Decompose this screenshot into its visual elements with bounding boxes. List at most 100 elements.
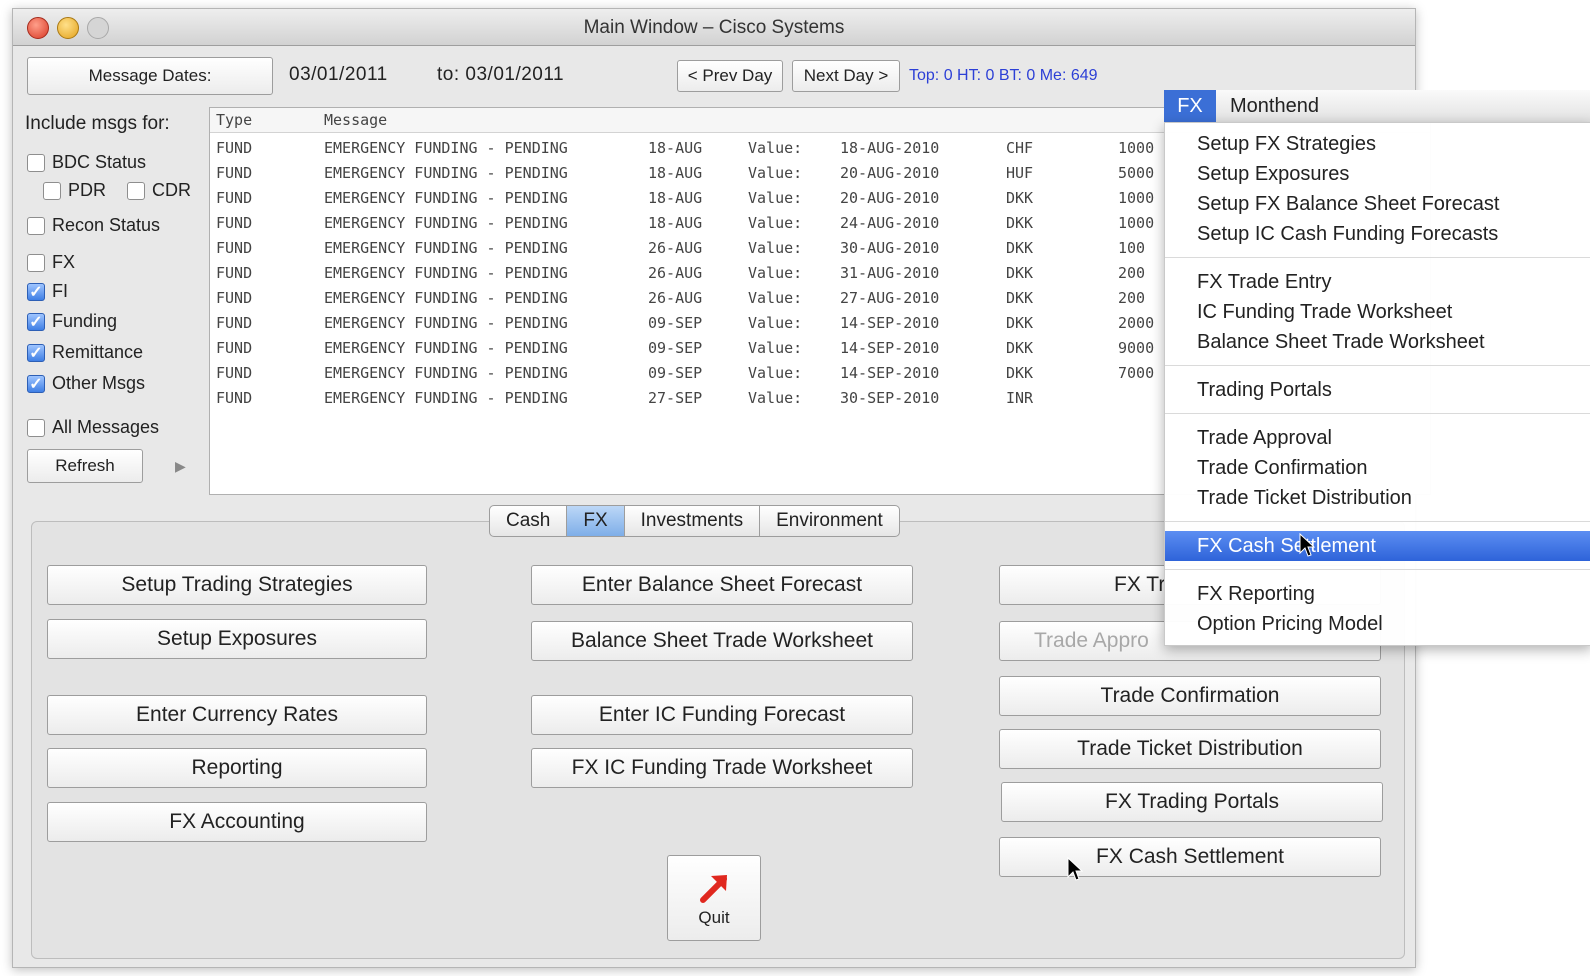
menu-item-label: Setup Exposures (1197, 162, 1350, 185)
message-cell-amount: 5000 (1118, 164, 1155, 182)
empty-checkbox-icon[interactable] (27, 418, 45, 437)
menu-item-setup-exposures[interactable]: Setup Exposures (1165, 159, 1590, 189)
message-cell-type: FUND (216, 389, 253, 407)
message-cell-type: FUND (216, 314, 253, 332)
quit-button[interactable]: Quit (667, 855, 761, 941)
main-tabs: Cash FX Investments Environment (489, 505, 900, 537)
filter-all-messages-checkbox[interactable]: All Messages (27, 417, 159, 438)
menu-item-setup-fx-strategies[interactable]: Setup FX Strategies (1165, 129, 1590, 159)
column-header-type[interactable]: Type (216, 111, 252, 129)
filter-other-msgs-checkbox[interactable]: ✓ Other Msgs (27, 373, 145, 394)
menu-fx[interactable]: FX (1164, 90, 1216, 122)
menu-item-label: Trade Ticket Distribution (1197, 486, 1412, 509)
filter-fx-checkbox[interactable]: FX (27, 252, 75, 273)
fx-trading-portals-button[interactable]: FX Trading Portals (1001, 782, 1383, 822)
fx-ic-funding-trade-worksheet-button[interactable]: FX IC Funding Trade Worksheet (531, 748, 913, 788)
title-bar: Main Window – Cisco Systems (13, 9, 1415, 46)
mouse-cursor-icon (1067, 857, 1083, 881)
checkmark-icon[interactable]: ✓ (27, 343, 45, 362)
empty-checkbox-icon[interactable] (127, 181, 145, 200)
empty-checkbox-icon[interactable] (27, 153, 45, 172)
next-day-button[interactable]: Next Day > (792, 60, 900, 92)
expand-arrow-icon[interactable]: ▶ (175, 458, 186, 475)
message-cell-amount: 2000 (1118, 314, 1155, 332)
menu-item-fx-reporting[interactable]: FX Reporting (1165, 579, 1590, 609)
message-cell-ccy: DKK (1006, 189, 1034, 207)
filter-funding-checkbox[interactable]: ✓ Funding (27, 311, 117, 332)
menu-item-ic-funding-trade-worksheet[interactable]: IC Funding Trade Worksheet (1165, 297, 1590, 327)
menu-item-trade-approval[interactable]: Trade Approval (1165, 423, 1590, 453)
tab-investments[interactable]: Investments (624, 505, 761, 537)
menu-item-trade-ticket-distribution[interactable]: Trade Ticket Distribution (1165, 483, 1590, 513)
filter-fi-checkbox[interactable]: ✓ FI (27, 281, 68, 302)
prev-day-button[interactable]: < Prev Day (677, 60, 783, 92)
enter-balance-sheet-forecast-button[interactable]: Enter Balance Sheet Forecast (531, 565, 913, 605)
message-cell-ccy: DKK (1006, 339, 1034, 357)
filter-label: Funding (52, 311, 118, 331)
empty-checkbox-icon[interactable] (27, 253, 45, 272)
menu-item-trading-portals[interactable]: Trading Portals (1165, 375, 1590, 405)
message-cell-value-date: 14-SEP-2010 (840, 339, 940, 357)
window-title: Main Window – Cisco Systems (583, 17, 845, 38)
message-cell-type: FUND (216, 239, 253, 257)
to-date-field[interactable]: to: 03/01/2011 (437, 64, 564, 86)
setup-exposures-button[interactable]: Setup Exposures (47, 619, 427, 659)
balance-sheet-trade-worksheet-button[interactable]: Balance Sheet Trade Worksheet (531, 621, 913, 661)
fx-accounting-button[interactable]: FX Accounting (47, 802, 427, 842)
message-cell-value-date: 30-SEP-2010 (840, 389, 940, 407)
menu-item-setup-ic-cash-funding-forecasts[interactable]: Setup IC Cash Funding Forecasts (1165, 219, 1590, 249)
checkmark-icon[interactable]: ✓ (27, 312, 45, 331)
filter-cdr-checkbox[interactable]: CDR (127, 180, 191, 201)
quit-arrow-icon (700, 875, 727, 903)
filter-remittance-checkbox[interactable]: ✓ Remittance (27, 342, 143, 363)
tab-cash[interactable]: Cash (489, 505, 568, 537)
menu-monthend[interactable]: Monthend (1230, 90, 1319, 122)
include-msgs-label: Include msgs for: (25, 113, 170, 134)
checkmark-icon[interactable]: ✓ (27, 374, 45, 393)
menu-item-setup-fx-balance-sheet-forecast[interactable]: Setup FX Balance Sheet Forecast (1165, 189, 1590, 219)
message-cell-date: 18-AUG (648, 164, 703, 182)
message-dates-button[interactable]: Message Dates: (27, 57, 273, 95)
filter-pdr-checkbox[interactable]: PDR (43, 180, 106, 201)
message-cell-type: FUND (216, 364, 253, 382)
from-date-field[interactable]: 03/01/2011 (289, 64, 388, 86)
menu-item-option-pricing-model[interactable]: Option Pricing Model (1165, 609, 1590, 639)
refresh-button[interactable]: Refresh (27, 449, 143, 483)
trade-confirmation-button[interactable]: Trade Confirmation (999, 676, 1381, 716)
message-cell-amount: 200 (1118, 289, 1146, 307)
tab-fx[interactable]: FX (567, 505, 625, 537)
message-cell-value-date: 14-SEP-2010 (840, 364, 940, 382)
menu-item-balance-sheet-trade-worksheet[interactable]: Balance Sheet Trade Worksheet (1165, 327, 1590, 357)
column-header-message[interactable]: Message (324, 111, 387, 129)
message-cell-ccy: DKK (1006, 264, 1034, 282)
message-cell-date: 09-SEP (648, 364, 703, 382)
filter-recon-status-checkbox[interactable]: Recon Status (27, 215, 160, 236)
empty-checkbox-icon[interactable] (27, 216, 45, 235)
setup-trading-strategies-button[interactable]: Setup Trading Strategies (47, 565, 427, 605)
fx-dropdown-menu: Setup FX Strategies Setup Exposures Setup … (1164, 122, 1590, 646)
menu-separator (1165, 521, 1590, 522)
message-cell-type: FUND (216, 214, 253, 232)
reporting-button[interactable]: Reporting (47, 748, 427, 788)
trade-ticket-distribution-button[interactable]: Trade Ticket Distribution (999, 729, 1381, 769)
message-cell-date: 26-AUG (648, 289, 703, 307)
empty-checkbox-icon[interactable] (43, 181, 61, 200)
message-cell-value-date: 14-SEP-2010 (840, 314, 940, 332)
message-cell-value-label: Value: (748, 364, 803, 382)
fx-cash-settlement-button[interactable]: FX Cash Settlement (999, 837, 1381, 877)
checkmark-icon[interactable]: ✓ (27, 282, 45, 301)
message-cell-type: FUND (216, 289, 253, 307)
message-cell-value-label: Value: (748, 289, 803, 307)
filter-label: FI (52, 281, 68, 301)
message-cell-message: EMERGENCY FUNDING - PENDING (324, 164, 568, 182)
enter-ic-funding-forecast-button[interactable]: Enter IC Funding Forecast (531, 695, 913, 735)
enter-currency-rates-button[interactable]: Enter Currency Rates (47, 695, 427, 735)
app-menubar: FX Monthend (1164, 90, 1590, 123)
tab-environment[interactable]: Environment (760, 505, 900, 537)
menu-item-fx-trade-entry[interactable]: FX Trade Entry (1165, 267, 1590, 297)
message-cell-value-label: Value: (748, 214, 803, 232)
message-cell-type: FUND (216, 139, 253, 157)
menu-item-trade-confirmation[interactable]: Trade Confirmation (1165, 453, 1590, 483)
filter-bdc-status-checkbox[interactable]: BDC Status (27, 152, 146, 173)
menu-item-fx-cash-settlement[interactable]: FX Cash Settlement (1165, 531, 1590, 561)
